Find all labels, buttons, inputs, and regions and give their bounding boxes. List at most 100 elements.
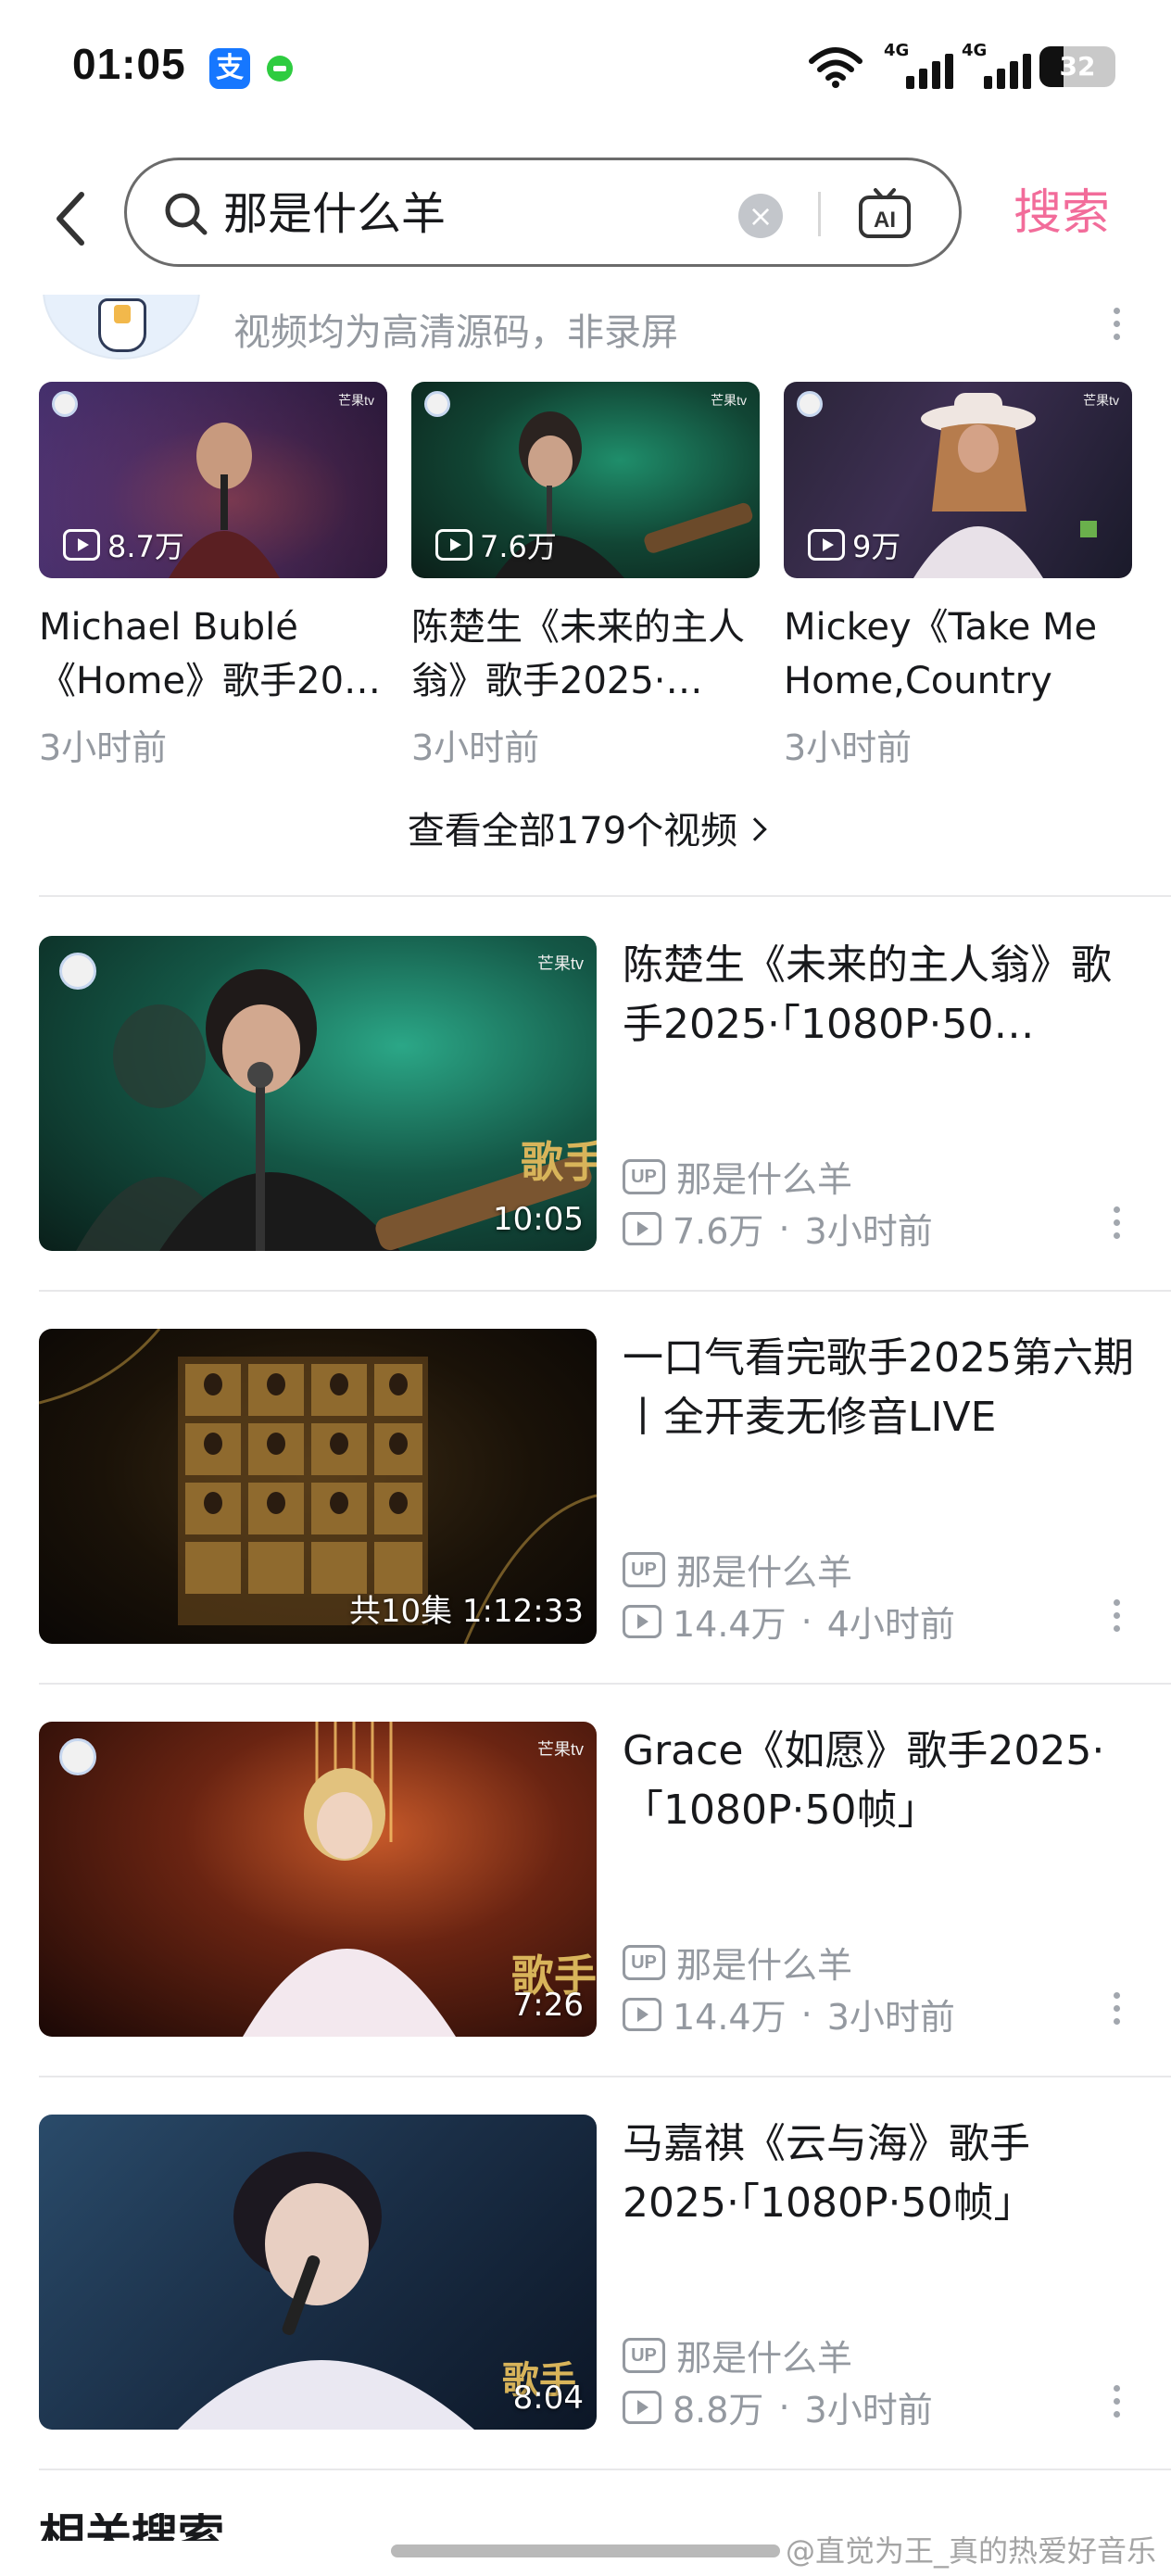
play-count-icon [623, 2390, 661, 2424]
search-result-item[interactable]: 歌手 芒果tv 7:26 Grace《如愿》歌手2025·「1080P·50帧」… [0, 1722, 1171, 2039]
brand-watermark: 芒果tv [711, 393, 747, 408]
result-uploader[interactable]: UP 那是什么羊 [623, 1544, 852, 1595]
wifi-icon [809, 47, 863, 88]
uploader-video-card[interactable]: 芒果tv 7.6万 陈楚生《未来的主人翁》歌手2025·… 3小时前 [411, 382, 760, 770]
battery-level: 32 [1059, 51, 1096, 82]
video-thumbnail[interactable]: 芒果tv 8.7万 [39, 382, 387, 578]
brand-watermark: 芒果tv [338, 393, 374, 408]
chevron-right-icon [743, 817, 767, 841]
play-icon [435, 529, 472, 561]
search-query: 那是什么羊 [223, 188, 447, 240]
play-count-icon [623, 1211, 661, 1245]
more-options-icon[interactable] [1110, 1599, 1123, 1640]
result-stats: 14.4万 · 4小时前 [623, 1596, 955, 1647]
uploader-video-card[interactable]: 芒果tv 9万 Mickey《Take Me Home,Country Ro… … [784, 382, 1132, 770]
play-icon [63, 529, 100, 561]
video-thumbnail[interactable]: 共10集 1:12:33 [39, 1329, 597, 1644]
alipay-icon: 支 [209, 48, 250, 89]
video-thumbnail[interactable]: 芒果tv 7.6万 [411, 382, 760, 578]
network-type-label: 4G [884, 41, 910, 60]
divider [39, 2469, 1171, 2470]
up-badge-icon: UP [623, 2337, 665, 2373]
result-uploader[interactable]: UP 那是什么羊 [623, 2330, 852, 2380]
search-result-item[interactable]: 歌手 芒果tv 10:05 陈楚生《未来的主人翁》歌手2025·「1080P·5… [0, 936, 1171, 1254]
more-options-icon[interactable] [1110, 308, 1123, 348]
video-time: 3小时前 [784, 727, 913, 768]
watermark-text: @直觉为王_真的热爱好音乐 [785, 2533, 1156, 2569]
home-indicator[interactable] [391, 2544, 780, 2557]
video-duration: 8:04 [512, 2380, 584, 2417]
search-result-item[interactable]: 歌手 8:04 马嘉祺《云与海》歌手2025·「1080P·50帧」 UP 那是什… [0, 2115, 1171, 2432]
video-duration: 10:05 [493, 1201, 584, 1238]
status-time: 01:05 [72, 40, 186, 88]
video-title[interactable]: 陈楚生《未来的主人翁》歌手2025·… [411, 600, 760, 708]
more-options-icon[interactable] [1110, 2385, 1123, 2426]
result-title[interactable]: 马嘉祺《云与海》歌手2025·「1080P·50帧」 [623, 2115, 1141, 2233]
divider [39, 2076, 1171, 2077]
uploader-avatar[interactable] [43, 295, 200, 360]
video-time: 3小时前 [39, 727, 168, 768]
result-stats: 8.8万 · 3小时前 [623, 2381, 933, 2432]
video-thumbnail[interactable]: 歌手 芒果tv 7:26 [39, 1722, 597, 2037]
search-header: 那是什么羊 × AI 搜索 [0, 139, 1171, 297]
result-title[interactable]: 陈楚生《未来的主人翁》歌手2025·「1080P·50… [623, 936, 1141, 1054]
up-badge-icon: UP [623, 1551, 665, 1587]
divider [39, 895, 1171, 897]
result-uploader[interactable]: UP 那是什么羊 [623, 1151, 852, 1202]
search-button[interactable]: 搜索 [1014, 183, 1110, 243]
uploader-card-header[interactable]: 视频均为高清源码，非录屏 [0, 295, 1171, 360]
play-icon [808, 529, 845, 561]
result-uploader[interactable]: UP 那是什么羊 [623, 1937, 852, 1988]
channel-logo [424, 391, 450, 417]
more-options-icon[interactable] [1110, 1206, 1123, 1247]
status-indicators: 4G 4G 32 [808, 41, 1115, 93]
result-stats: 7.6万 · 3小时前 [623, 1203, 933, 1254]
ai-tv-icon[interactable]: AI [857, 186, 913, 242]
up-badge-icon: UP [623, 1944, 665, 1980]
view-all-videos-link[interactable]: 查看全部179个视频 [0, 801, 1171, 854]
up-badge-icon: UP [623, 1158, 665, 1194]
video-thumbnail[interactable]: 歌手 8:04 [39, 2115, 597, 2430]
play-count-icon [623, 1997, 661, 2031]
view-count: 7.6万 [435, 526, 557, 564]
channel-logo [59, 953, 96, 990]
result-title[interactable]: Grace《如愿》歌手2025·「1080P·50帧」 [623, 1722, 1141, 1840]
video-title[interactable]: Michael Bublé《Home》歌手20… [39, 600, 387, 708]
brand-watermark: 芒果tv [536, 1740, 584, 1759]
channel-logo [59, 1738, 96, 1775]
divider [39, 1290, 1171, 1292]
channel-logo [797, 391, 823, 417]
svg-text:歌手: 歌手 [521, 1137, 597, 1187]
uploader-video-card[interactable]: 芒果tv 8.7万 Michael Bublé《Home》歌手20… 3小时前 [39, 382, 387, 770]
divider [39, 1683, 1171, 1685]
signal-icon-2: 4G [962, 41, 1031, 89]
battery-icon: 32 [1039, 46, 1115, 87]
status-bar: 01:05 支 4G 4G 32 [0, 0, 1171, 139]
result-title[interactable]: 一口气看完歌手2025第六期丨全开麦无修音LIVE [623, 1329, 1141, 1447]
play-count-icon [623, 1604, 661, 1638]
uploader-description: 视频均为高清源码，非录屏 [233, 311, 678, 354]
view-count: 8.7万 [63, 526, 184, 564]
more-options-icon[interactable] [1110, 1992, 1123, 2033]
video-thumbnail[interactable]: 芒果tv 9万 [784, 382, 1132, 578]
network-type-label-2: 4G [962, 41, 988, 60]
related-searches-heading: 相关搜索 [39, 2513, 224, 2541]
result-stats: 14.4万 · 3小时前 [623, 1989, 955, 2039]
brand-watermark: 芒果tv [536, 954, 584, 973]
brand-watermark: 芒果tv [1083, 393, 1119, 408]
video-thumbnail[interactable]: 歌手 芒果tv 10:05 [39, 936, 597, 1251]
video-duration: 共10集 1:12:33 [348, 1593, 584, 1630]
signal-icon: 4G [884, 41, 953, 89]
back-arrow-icon[interactable] [46, 182, 102, 256]
video-duration: 7:26 [512, 1987, 584, 2024]
search-result-item[interactable]: 共10集 1:12:33 一口气看完歌手2025第六期丨全开麦无修音LIVE U… [0, 1329, 1171, 1647]
view-count: 9万 [808, 526, 900, 564]
message-app-icon [267, 56, 293, 82]
search-icon [165, 193, 208, 235]
video-title[interactable]: Mickey《Take Me Home,Country Ro… [784, 600, 1132, 708]
channel-logo [52, 391, 78, 417]
search-divider [818, 192, 821, 236]
search-input[interactable]: 那是什么羊 × AI [124, 158, 962, 267]
video-time: 3小时前 [411, 727, 540, 768]
clear-icon[interactable]: × [738, 194, 783, 238]
